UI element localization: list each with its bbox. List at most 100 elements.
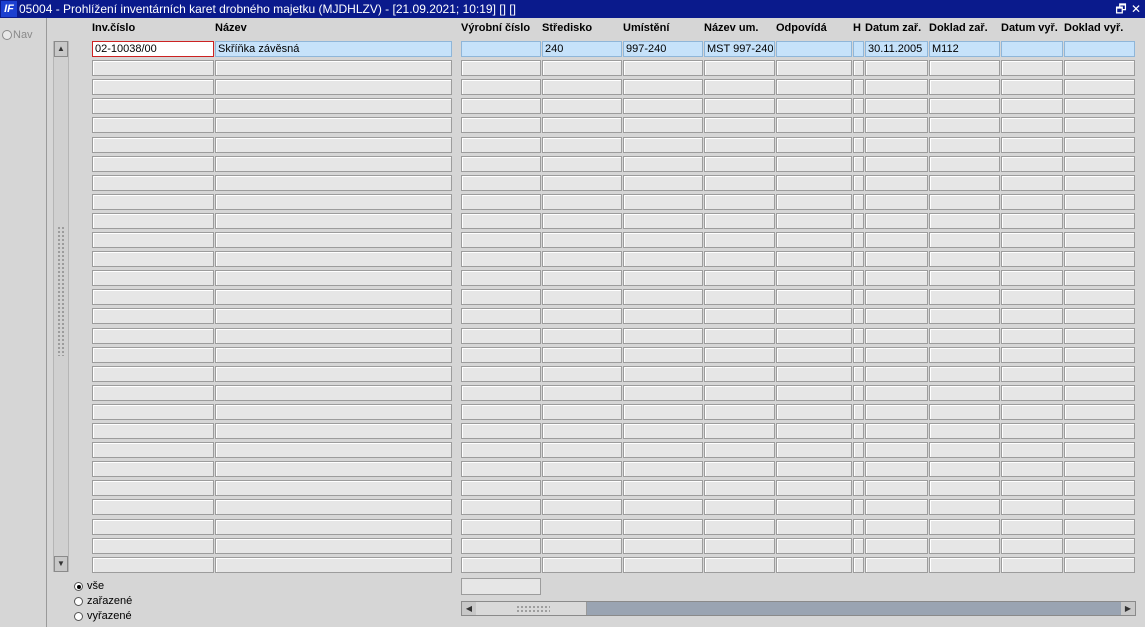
cell-doklad-vyr[interactable] [1064, 366, 1135, 382]
cell-nazev[interactable] [215, 60, 452, 76]
cell-doklad-vyr[interactable] [1064, 404, 1135, 420]
cell-doklad-vyr[interactable] [1064, 385, 1135, 401]
cell-nazev[interactable] [215, 194, 452, 210]
scroll-up-icon[interactable]: ▲ [54, 41, 68, 57]
cell-inv-cislo[interactable] [92, 175, 214, 191]
cell-nazev-um[interactable] [704, 60, 775, 76]
cell-doklad-zar[interactable] [929, 156, 1000, 172]
cell-nazev-um[interactable] [704, 385, 775, 401]
cell-doklad-zar[interactable] [929, 538, 1000, 554]
cell-umisteni[interactable] [623, 557, 703, 573]
cell-nazev-um[interactable] [704, 308, 775, 324]
cell-doklad-vyr[interactable] [1064, 519, 1135, 535]
cell-datum-zar[interactable] [865, 442, 928, 458]
cell-inv-cislo[interactable] [92, 499, 214, 515]
cell-stredisko[interactable] [542, 213, 622, 229]
cell-vyrobni-cislo[interactable] [461, 60, 541, 76]
cell-nazev[interactable] [215, 328, 452, 344]
cell-h[interactable] [853, 538, 864, 554]
cell-datum-zar[interactable] [865, 289, 928, 305]
cell-doklad-zar[interactable] [929, 404, 1000, 420]
cell-doklad-zar[interactable] [929, 328, 1000, 344]
cell-umisteni[interactable] [623, 461, 703, 477]
cell-umisteni[interactable] [623, 499, 703, 515]
cell-vyrobni-cislo[interactable] [461, 404, 541, 420]
cell-h[interactable] [853, 480, 864, 496]
cell-umisteni[interactable] [623, 385, 703, 401]
cell-umisteni[interactable] [623, 442, 703, 458]
cell-odpovida[interactable] [776, 385, 852, 401]
cell-nazev-um[interactable]: MST 997-240 [704, 41, 775, 57]
cell-doklad-vyr[interactable] [1064, 117, 1135, 133]
cell-nazev-um[interactable] [704, 232, 775, 248]
cell-doklad-vyr[interactable] [1064, 423, 1135, 439]
cell-nazev-um[interactable] [704, 175, 775, 191]
cell-datum-zar[interactable]: 30.11.2005 [865, 41, 928, 57]
cell-stredisko[interactable] [542, 347, 622, 363]
cell-datum-vyr[interactable] [1001, 328, 1063, 344]
cell-h[interactable] [853, 404, 864, 420]
cell-doklad-vyr[interactable] [1064, 137, 1135, 153]
cell-odpovida[interactable] [776, 98, 852, 114]
cell-datum-vyr[interactable] [1001, 175, 1063, 191]
cell-doklad-vyr[interactable] [1064, 79, 1135, 95]
cell-doklad-zar[interactable] [929, 270, 1000, 286]
cell-datum-zar[interactable] [865, 347, 928, 363]
cell-doklad-zar[interactable] [929, 480, 1000, 496]
cell-stredisko[interactable] [542, 117, 622, 133]
horizontal-scroll-track[interactable] [587, 602, 1121, 615]
cell-inv-cislo[interactable] [92, 137, 214, 153]
cell-nazev-um[interactable] [704, 461, 775, 477]
cell-datum-vyr[interactable] [1001, 385, 1063, 401]
cell-h[interactable] [853, 347, 864, 363]
cell-nazev[interactable] [215, 175, 452, 191]
cell-datum-zar[interactable] [865, 480, 928, 496]
cell-stredisko[interactable] [542, 385, 622, 401]
cell-doklad-vyr[interactable] [1064, 461, 1135, 477]
cell-doklad-vyr[interactable] [1064, 308, 1135, 324]
cell-stredisko[interactable] [542, 232, 622, 248]
cell-doklad-zar[interactable] [929, 385, 1000, 401]
cell-stredisko[interactable] [542, 519, 622, 535]
cell-odpovida[interactable] [776, 557, 852, 573]
cell-odpovida[interactable] [776, 289, 852, 305]
cell-datum-zar[interactable] [865, 137, 928, 153]
cell-nazev[interactable] [215, 499, 452, 515]
cell-nazev-um[interactable] [704, 404, 775, 420]
cell-odpovida[interactable] [776, 499, 852, 515]
cell-doklad-zar[interactable] [929, 499, 1000, 515]
cell-datum-zar[interactable] [865, 270, 928, 286]
cell-doklad-vyr[interactable] [1064, 194, 1135, 210]
cell-odpovida[interactable] [776, 308, 852, 324]
horizontal-scrollbar[interactable]: ◀ ▶ [461, 601, 1136, 616]
cell-stredisko[interactable] [542, 175, 622, 191]
cell-inv-cislo[interactable] [92, 423, 214, 439]
cell-vyrobni-cislo[interactable] [461, 557, 541, 573]
cell-h[interactable] [853, 213, 864, 229]
cell-inv-cislo[interactable] [92, 156, 214, 172]
cell-vyrobni-cislo[interactable] [461, 213, 541, 229]
cell-vyrobni-cislo[interactable] [461, 79, 541, 95]
cell-odpovida[interactable] [776, 251, 852, 267]
cell-nazev[interactable] [215, 308, 452, 324]
cell-h[interactable] [853, 175, 864, 191]
cell-h[interactable] [853, 194, 864, 210]
cell-umisteni[interactable] [623, 156, 703, 172]
cell-nazev[interactable] [215, 232, 452, 248]
cell-vyrobni-cislo[interactable] [461, 442, 541, 458]
cell-umisteni[interactable] [623, 366, 703, 382]
cell-vyrobni-cislo[interactable] [461, 117, 541, 133]
cell-stredisko[interactable] [542, 308, 622, 324]
cell-nazev[interactable] [215, 423, 452, 439]
cell-datum-zar[interactable] [865, 213, 928, 229]
cell-doklad-vyr[interactable] [1064, 175, 1135, 191]
cell-doklad-vyr[interactable] [1064, 442, 1135, 458]
cell-doklad-zar[interactable] [929, 366, 1000, 382]
cell-inv-cislo[interactable] [92, 251, 214, 267]
cell-inv-cislo[interactable] [92, 366, 214, 382]
cell-nazev[interactable] [215, 270, 452, 286]
cell-datum-vyr[interactable] [1001, 442, 1063, 458]
cell-stredisko[interactable] [542, 194, 622, 210]
cell-nazev-um[interactable] [704, 137, 775, 153]
cell-odpovida[interactable] [776, 404, 852, 420]
